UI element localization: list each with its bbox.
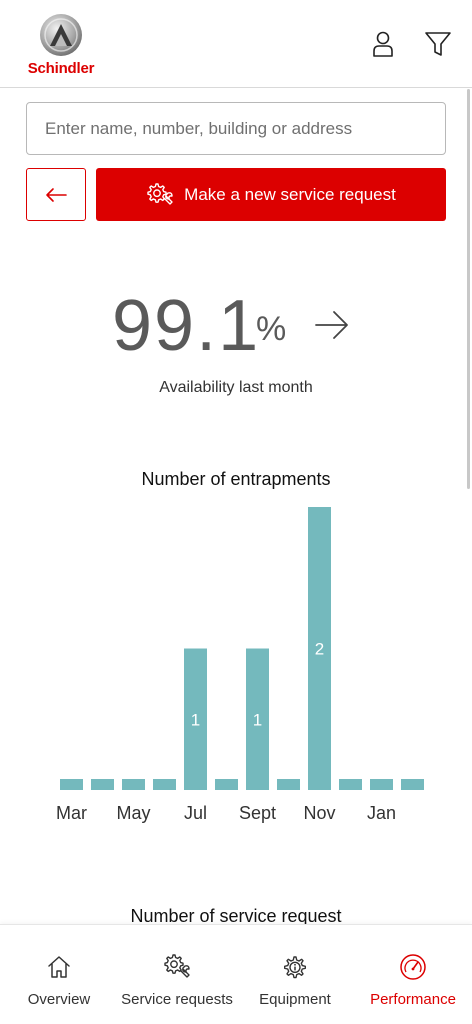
gear-wrench-icon: [164, 954, 190, 978]
x-tick-label: May: [116, 803, 150, 823]
bar-value-label: 1: [191, 710, 200, 729]
filter-icon[interactable]: [424, 30, 452, 58]
x-tick-label: Mar: [56, 803, 87, 823]
user-icon[interactable]: [369, 30, 397, 58]
bar-value-label: 2: [315, 640, 324, 659]
nav-equipment-label: Equipment: [259, 991, 331, 1008]
x-tick-label: Sept: [239, 803, 276, 823]
bar-jun[interactable]: [153, 779, 176, 790]
availability-kpi[interactable]: 99.1 %: [0, 281, 472, 371]
nav-overview-label: Overview: [27, 991, 91, 1008]
bar-aug[interactable]: [215, 779, 238, 790]
availability-label: Availability last month: [159, 379, 313, 396]
nav-performance-label: Performance: [370, 991, 456, 1008]
home-icon: [48, 956, 70, 978]
bar-may[interactable]: [122, 779, 145, 790]
availability-unit: %: [256, 310, 287, 348]
x-tick-label: Jan: [367, 803, 396, 823]
chart-title: Number of entrapments: [141, 469, 331, 489]
bar-jan[interactable]: [370, 779, 393, 790]
bar-mar[interactable]: [60, 779, 83, 790]
bar-apr[interactable]: [91, 779, 114, 790]
back-button[interactable]: [26, 168, 86, 221]
arrow-right-icon[interactable]: [314, 309, 350, 341]
x-tick-label: Jul: [184, 803, 207, 823]
new-service-request-button[interactable]: Make a new service request: [96, 168, 446, 221]
nav-performance[interactable]: Performance: [364, 925, 462, 1024]
bar-oct[interactable]: [277, 779, 300, 790]
nav-service-requests-label: Service requests: [121, 991, 233, 1008]
service-request-chart-title: Number of service request: [130, 906, 342, 924]
bar-feb[interactable]: [401, 779, 424, 790]
bottom-navigation: Overview Service requests Equipment Perf…: [0, 924, 472, 1024]
availability-value: 99.1: [112, 286, 261, 366]
logo-icon: [40, 14, 82, 56]
nav-equipment[interactable]: Equipment: [250, 925, 340, 1024]
gauge-icon: [400, 954, 426, 980]
bar-dec[interactable]: [339, 779, 362, 790]
entrapments-bar-chart: Mar May 1 Jul 1 Sept 2 Nov Jan: [56, 507, 424, 823]
brand-name: Schindler: [27, 60, 95, 77]
schindler-logo[interactable]: Schindler: [26, 13, 96, 77]
main-content: Make a new service request 99.1 % Availa…: [0, 89, 472, 924]
nav-service-requests[interactable]: Service requests: [121, 925, 233, 1024]
gear-info-icon: [284, 956, 306, 979]
search-input[interactable]: [26, 102, 446, 155]
gear-wrench-icon: [147, 182, 173, 205]
arrow-left-icon: [46, 187, 67, 202]
bar-value-label: 1: [253, 710, 262, 729]
x-tick-label: Nov: [303, 803, 335, 823]
app-header: Schindler: [0, 0, 472, 88]
nav-overview[interactable]: Overview: [14, 925, 104, 1024]
new-request-label: Make a new service request: [184, 184, 396, 204]
